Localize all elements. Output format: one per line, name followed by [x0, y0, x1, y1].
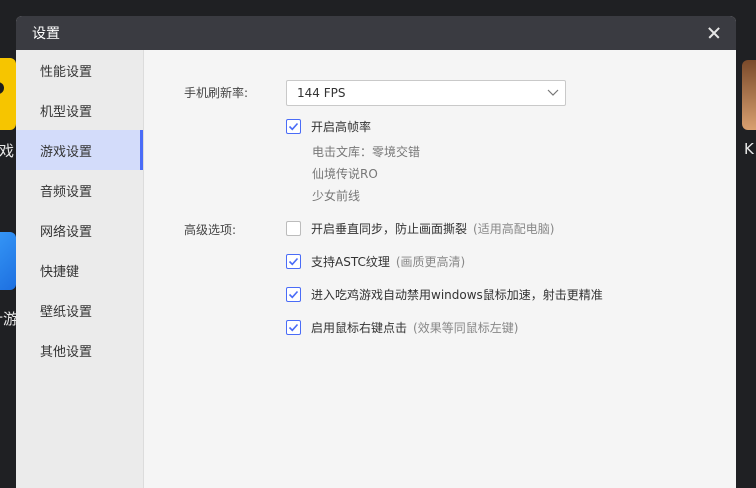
right-click-checkbox[interactable]: [286, 320, 301, 335]
background-app-label: K: [744, 140, 754, 158]
mouse-accel-label: 进入吃鸡游戏自动禁用windows鼠标加速，射击更精准: [311, 288, 603, 302]
vsync-checkbox[interactable]: [286, 221, 301, 236]
astc-checkbox[interactable]: [286, 254, 301, 269]
game-list-item: 少女前线: [312, 189, 361, 203]
sidebar-item-performance[interactable]: 性能设置: [16, 50, 143, 90]
high-fps-checkbox[interactable]: [286, 119, 301, 134]
mouse-accel-option: 进入吃鸡游戏自动禁用windows鼠标加速，射击更精准: [286, 286, 603, 303]
vsync-option: 开启垂直同步，防止画面撕裂 (适用高配电脑): [286, 220, 554, 237]
high-fps-label: 开启高帧率: [311, 120, 372, 134]
close-icon[interactable]: [704, 23, 724, 43]
advanced-options-label: 高级选项:: [184, 223, 237, 237]
refresh-rate-value: 144 FPS: [297, 86, 346, 100]
right-click-hint: (效果等同鼠标左键): [413, 321, 519, 335]
astc-hint: (画质更高清): [395, 255, 466, 269]
sidebar-item-audio[interactable]: 音频设置: [16, 170, 143, 210]
background-app-icon: [742, 60, 756, 130]
sidebar-item-device-model[interactable]: 机型设置: [16, 90, 143, 130]
settings-sidebar: 性能设置 机型设置 游戏设置 音频设置 网络设置 快捷键 壁纸设置 其他设置: [16, 50, 144, 488]
dialog-title: 设置: [32, 26, 60, 42]
sidebar-item-wallpaper[interactable]: 壁纸设置: [16, 290, 143, 330]
dialog-titlebar: 设置: [16, 16, 736, 50]
astc-option: 支持ASTC纹理 (画质更高清): [286, 253, 465, 270]
background-app-icon: [0, 232, 16, 290]
high-fps-option: 开启高帧率: [286, 118, 371, 135]
right-click-label: 启用鼠标右键点击: [311, 321, 408, 335]
sidebar-item-shortcuts[interactable]: 快捷键: [16, 250, 143, 290]
settings-dialog: 设置 性能设置 机型设置 游戏设置 音频设置 网络设置 快捷键 壁纸设置 其他设…: [16, 16, 736, 488]
sidebar-item-network[interactable]: 网络设置: [16, 210, 143, 250]
refresh-rate-label: 手机刷新率:: [184, 86, 249, 100]
chevron-down-icon: [547, 86, 559, 96]
right-click-option: 启用鼠标右键点击 (效果等同鼠标左键): [286, 319, 518, 336]
game-list-item: 电击文库：零境交错: [312, 145, 421, 159]
sidebar-item-game[interactable]: 游戏设置: [16, 130, 143, 170]
mouse-accel-checkbox[interactable]: [286, 287, 301, 302]
astc-label: 支持ASTC纹理: [311, 255, 390, 269]
sidebar-item-other[interactable]: 其他设置: [16, 330, 143, 370]
refresh-rate-select[interactable]: 144 FPS: [286, 80, 566, 106]
background-app-icon: [0, 58, 16, 130]
game-list-item: 仙境传说RO: [312, 167, 378, 181]
vsync-label: 开启垂直同步，防止画面撕裂: [311, 222, 468, 236]
vsync-hint: (适用高配电脑): [473, 222, 555, 236]
settings-content: 手机刷新率: 144 FPS 开启高帧率 电击文库：零境交错 仙境传说RO 少女…: [144, 50, 736, 488]
background-app-label: 游戏: [0, 142, 15, 160]
